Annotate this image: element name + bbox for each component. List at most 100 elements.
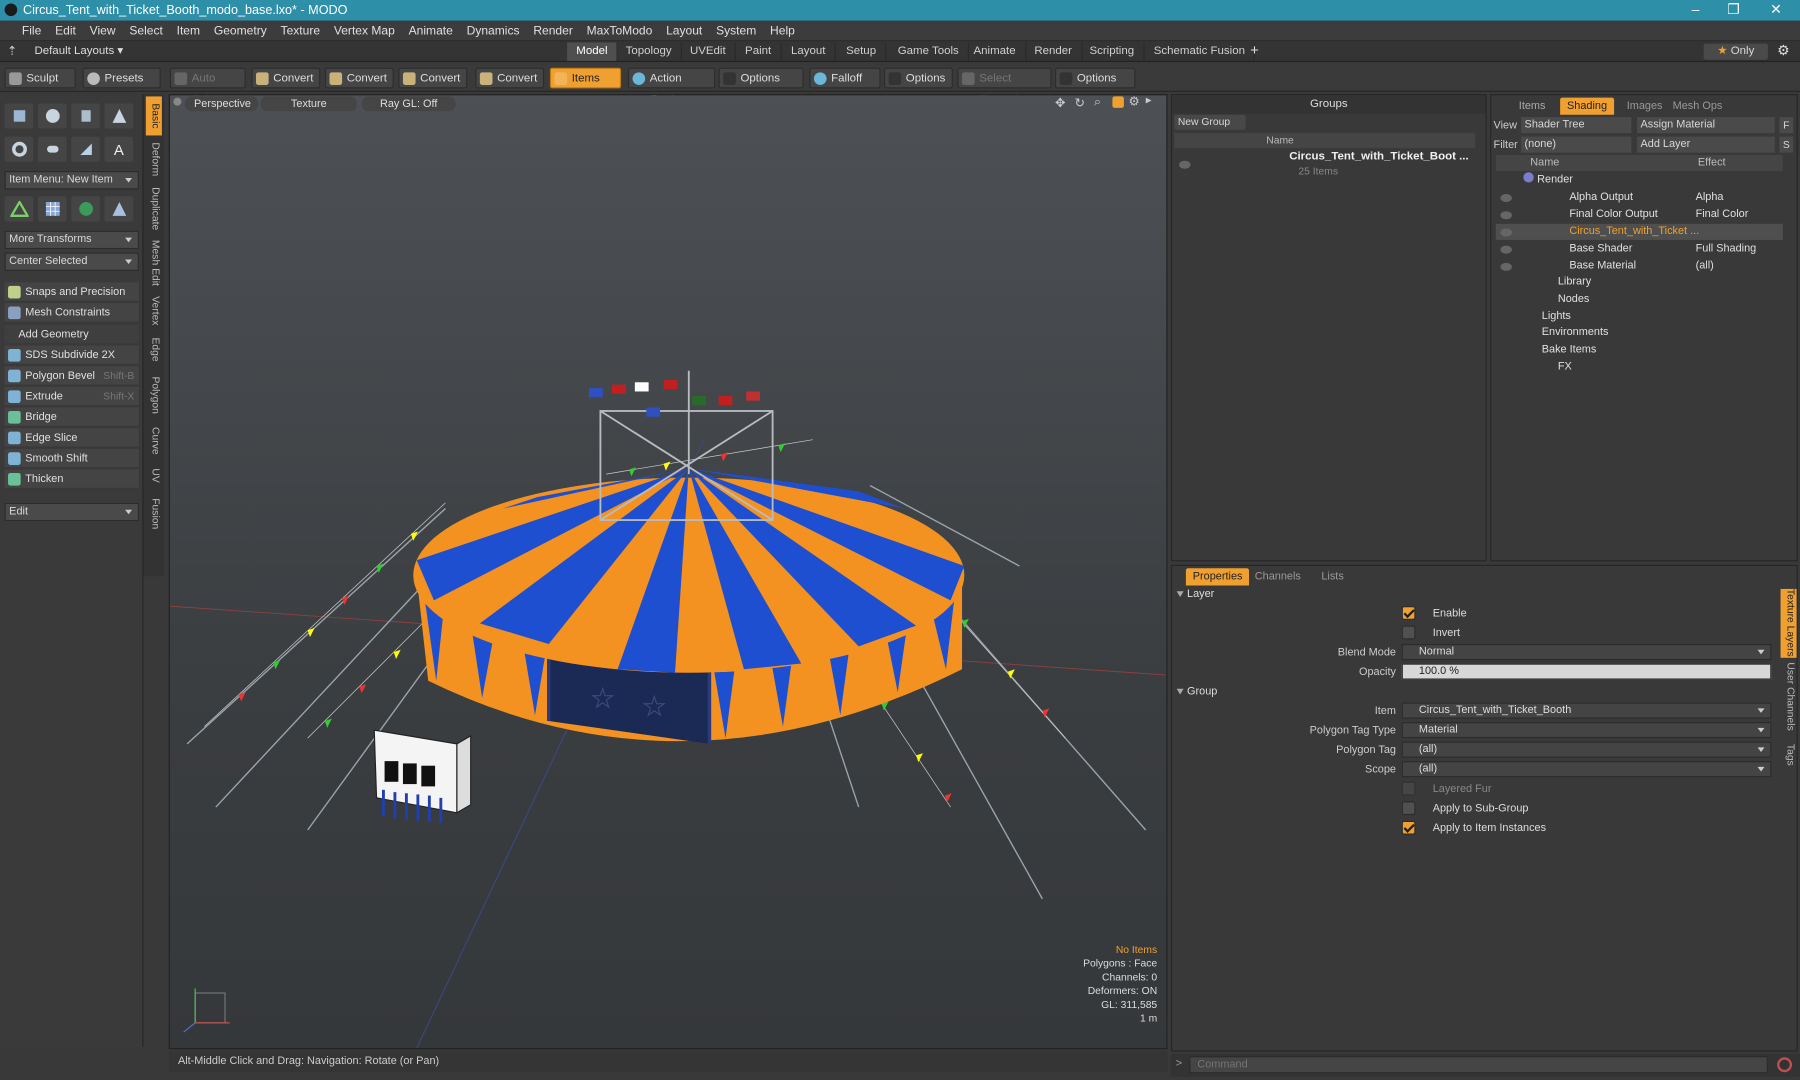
tree-row-base-material[interactable]: Base Material (all) — [1496, 258, 1783, 274]
menu-file[interactable]: File — [15, 21, 48, 42]
eye-icon[interactable] — [1500, 262, 1512, 271]
add-layer-dropdown[interactable]: Add Layer — [1637, 136, 1775, 153]
tree-row-lights[interactable]: Lights — [1542, 309, 1571, 325]
smooth-shift-button[interactable]: Smooth Shift — [4, 448, 139, 469]
assign-material-button[interactable]: Assign Material — [1637, 117, 1775, 134]
tree-row-circus-material[interactable]: Circus_Tent_with_Ticket ... — [1495, 223, 1783, 240]
items-mode-button[interactable]: Items — [549, 67, 622, 89]
blend-mode-dropdown[interactable]: Normal — [1401, 644, 1772, 661]
transform-icon[interactable] — [4, 196, 34, 222]
command-input[interactable] — [1189, 1056, 1768, 1074]
tab-scripting[interactable]: Scripting — [1080, 42, 1145, 61]
3d-viewport[interactable]: ★ ★ No Items Polygons: Face Channels: 0… — [168, 94, 1168, 1050]
shader-tree-dropdown[interactable]: Shader Tree — [1521, 117, 1632, 134]
add-geometry-section[interactable]: Add Geometry — [4, 324, 139, 345]
tree-row-final-color-output[interactable]: Final Color Output Final Color — [1496, 207, 1783, 223]
edit-dropdown[interactable]: Edit — [4, 502, 139, 522]
menu-animate[interactable]: Animate — [402, 21, 460, 42]
menu-system[interactable]: System — [709, 21, 763, 42]
thicken-button[interactable]: Thicken — [4, 469, 139, 490]
text-tool-icon[interactable]: A — [104, 136, 134, 162]
only-toggle[interactable]: ★ Only — [1703, 43, 1768, 60]
menu-edit[interactable]: Edit — [48, 21, 83, 42]
sculpt-button[interactable]: Sculpt — [4, 67, 76, 89]
tab-properties[interactable]: Properties — [1185, 568, 1250, 586]
stop-icon[interactable] — [1777, 1057, 1793, 1073]
presets-button[interactable]: Presets F6 — [82, 67, 161, 106]
tab-mesh-ops[interactable]: Mesh Ops — [1666, 98, 1729, 115]
tab-model[interactable]: Model — [567, 42, 618, 61]
tree-row-fx[interactable]: FX — [1558, 359, 1572, 375]
menu-geometry[interactable]: Geometry — [207, 21, 274, 42]
tab-topology[interactable]: Topology — [616, 42, 682, 61]
auto-select-button[interactable]: Auto Select — [169, 67, 246, 106]
cube-icon[interactable] — [4, 103, 34, 129]
gear-icon[interactable]: ⚙ — [1777, 42, 1789, 58]
cone-icon[interactable] — [104, 103, 134, 129]
tab-images[interactable]: Images — [1620, 98, 1670, 115]
eye-icon[interactable] — [1500, 194, 1512, 203]
move-view-icon[interactable]: ✥ — [1055, 95, 1066, 110]
vtab-polygon[interactable]: Polygon — [146, 370, 161, 421]
convert-button-3[interactable]: Convert — [398, 67, 468, 89]
menu-dynamics[interactable]: Dynamics — [460, 21, 527, 42]
vtab-texture-layers[interactable]: Texture Layers — [1780, 588, 1797, 658]
capsule-icon[interactable] — [37, 136, 67, 162]
globe-icon[interactable] — [71, 196, 100, 222]
item-menu-dropdown[interactable]: Item Menu: New Item — [4, 171, 139, 190]
vtab-user-channels[interactable]: User Channels — [1781, 662, 1796, 731]
tab-animate[interactable]: Animate — [964, 42, 1026, 61]
menu-layout[interactable]: Layout — [659, 21, 709, 42]
vtab-basic[interactable]: Basic — [145, 96, 162, 136]
grid-icon[interactable] — [37, 196, 67, 222]
tab-paint[interactable]: Paint — [736, 42, 782, 61]
tab-items[interactable]: Items — [1512, 98, 1552, 115]
convert-button-4[interactable]: Convert — [475, 67, 545, 89]
menu-vertex-map[interactable]: Vertex Map — [327, 21, 402, 42]
opacity-field[interactable]: 100.0 % — [1401, 663, 1772, 680]
ray-gl-toggle[interactable]: Ray GL: Off — [361, 96, 456, 112]
tab-channels[interactable]: Channels — [1248, 568, 1308, 585]
vtab-edge[interactable]: Edge — [146, 333, 161, 367]
vtab-vertex[interactable]: Vertex — [146, 292, 161, 331]
zoom-view-icon[interactable]: ⌕ — [1094, 95, 1101, 110]
menu-view[interactable]: View — [83, 21, 123, 42]
vtab-duplicate[interactable]: Duplicate — [146, 184, 161, 235]
eye-icon[interactable] — [1500, 228, 1512, 237]
polygon-tag-dropdown[interactable]: (all) — [1401, 741, 1772, 758]
rotate-view-icon[interactable]: ↻ — [1075, 95, 1086, 110]
mesh-constraints-button[interactable]: Mesh Constraints — [4, 303, 139, 323]
snaps-precision-button[interactable]: Snaps and Precision — [4, 282, 139, 302]
menu-render[interactable]: Render — [526, 21, 579, 42]
minimize-button[interactable]: – — [1678, 1, 1712, 17]
select-through-button[interactable]: Select Through — [957, 67, 1052, 106]
add-tab-icon[interactable]: + — [1250, 41, 1259, 58]
menu-select[interactable]: Select — [122, 21, 169, 42]
action-center-button[interactable]: Action Center — [627, 67, 716, 106]
tab-render[interactable]: Render — [1025, 42, 1083, 61]
menu-maxtomodo[interactable]: MaxToModo — [580, 21, 659, 42]
polygon-bevel-button[interactable]: Polygon Bevel Shift-B — [4, 366, 139, 386]
tree-row-environments[interactable]: Environments — [1542, 325, 1609, 341]
vtab-deform[interactable]: Deform — [146, 138, 161, 182]
tab-schematic-fusion[interactable]: Schematic Fusion — [1145, 42, 1256, 61]
apply-sub-group-checkbox[interactable] — [1401, 801, 1416, 816]
eye-icon[interactable] — [1500, 211, 1512, 220]
maximize-button[interactable]: ❐ — [1716, 1, 1750, 17]
cylinder-icon[interactable] — [71, 103, 100, 129]
menu-help[interactable]: Help — [763, 21, 802, 42]
bridge-button[interactable]: Bridge — [4, 407, 139, 428]
default-layouts-dropdown[interactable]: Default Layouts ▾ — [34, 45, 123, 58]
tab-game-tools[interactable]: Game Tools — [889, 42, 970, 61]
tree-row-render[interactable]: Render — [1523, 172, 1573, 188]
invert-checkbox[interactable] — [1401, 625, 1416, 640]
vtab-curve[interactable]: Curve — [146, 422, 161, 459]
viewport-settings-icon[interactable]: ⚙ — [1128, 94, 1139, 109]
convert-button-2[interactable]: Convert — [324, 67, 394, 89]
sds-subdivide-button[interactable]: SDS Subdivide 2X — [4, 345, 139, 366]
vtab-mesh-edit[interactable]: Mesh Edit — [146, 236, 161, 289]
tab-uvedit[interactable]: UVEdit — [681, 42, 737, 61]
more-transforms-dropdown[interactable]: More Transforms — [4, 230, 139, 250]
view-perspective-toggle[interactable]: Perspective — [184, 96, 259, 112]
close-button[interactable]: ✕ — [1759, 1, 1793, 17]
